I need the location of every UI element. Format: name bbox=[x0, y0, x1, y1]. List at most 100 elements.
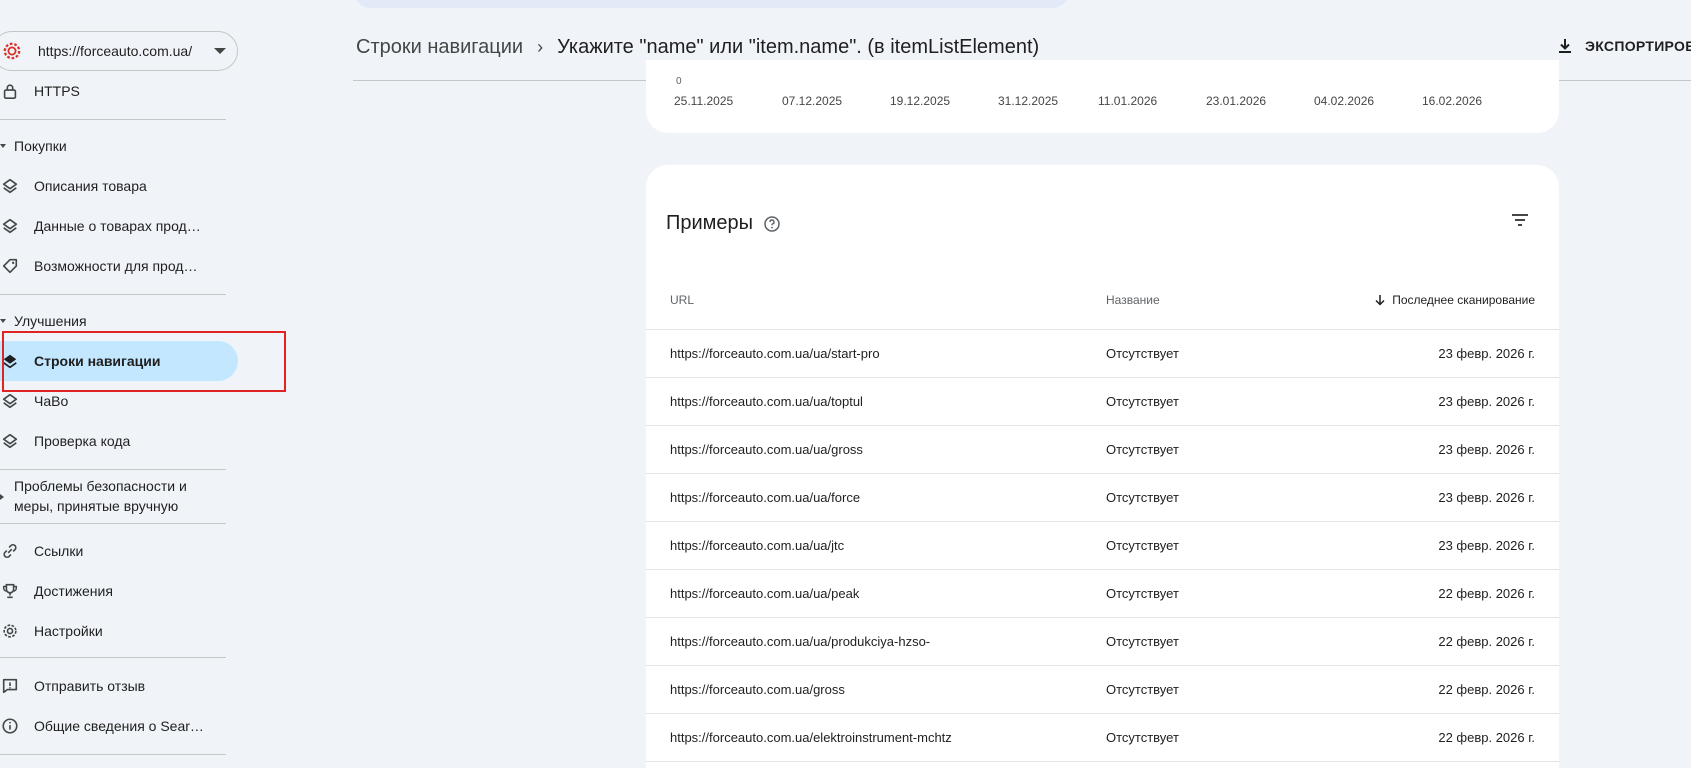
layers-icon bbox=[0, 391, 20, 411]
row-name: Отсутствует bbox=[1106, 682, 1179, 697]
lock-icon bbox=[0, 81, 20, 101]
sidebar-item-label: Проверка кода bbox=[34, 433, 131, 449]
divider bbox=[0, 657, 226, 658]
breadcrumb-parent-link[interactable]: Строки навигации bbox=[356, 36, 523, 59]
x-tick-label: 11.01.2026 bbox=[1098, 94, 1158, 108]
row-date: 23 февр. 2026 г. bbox=[1438, 346, 1535, 361]
row-name: Отсутствует bbox=[1106, 538, 1179, 553]
row-divider bbox=[646, 473, 1559, 474]
sidebar-item-label: ЧаВо bbox=[34, 393, 69, 409]
row-date: 23 февр. 2026 г. bbox=[1438, 442, 1535, 457]
divider bbox=[0, 119, 226, 120]
sidebar-item-label: HTTPS bbox=[34, 83, 80, 99]
row-date: 23 февр. 2026 г. bbox=[1438, 490, 1535, 505]
export-button[interactable]: ЭКСПОРТИРОВ bbox=[1557, 38, 1691, 54]
link-icon bbox=[0, 541, 20, 561]
row-divider bbox=[646, 425, 1559, 426]
chart-card: 0 25.11.2025 07.12.2025 19.12.2025 31.12… bbox=[646, 60, 1559, 133]
row-date: 22 февр. 2026 г. bbox=[1438, 730, 1535, 745]
layers-icon bbox=[0, 431, 20, 451]
page-title: Укажите "name" или "item.name". (в itemL… bbox=[557, 36, 1040, 58]
row-url[interactable]: https://forceauto.com.ua/ua/force bbox=[670, 490, 860, 505]
row-date: 23 февр. 2026 г. bbox=[1438, 538, 1535, 553]
row-date: 22 февр. 2026 г. bbox=[1438, 586, 1535, 601]
row-url[interactable]: https://forceauto.com.ua/ua/toptul bbox=[670, 394, 863, 409]
row-url[interactable]: https://forceauto.com.ua/ua/gross bbox=[670, 442, 863, 457]
breadcrumb: Строки навигации › Укажите "name" или "i… bbox=[356, 36, 1039, 59]
export-label: ЭКСПОРТИРОВ bbox=[1585, 38, 1691, 54]
row-url[interactable]: https://forceauto.com.ua/ua/peak bbox=[670, 586, 859, 601]
site-favicon-icon bbox=[3, 42, 21, 60]
x-tick-label: 23.01.2026 bbox=[1206, 94, 1267, 108]
row-name: Отсутствует bbox=[1106, 586, 1179, 601]
help-icon[interactable] bbox=[763, 215, 781, 233]
section-header-enhancements[interactable]: Улучшения bbox=[0, 313, 87, 329]
x-tick-label: 25.11.2025 bbox=[674, 94, 734, 108]
section-header-label: Покупки bbox=[14, 138, 67, 154]
sidebar-item-label: Настройки bbox=[34, 623, 103, 639]
x-tick-label: 19.12.2025 bbox=[890, 94, 951, 108]
sidebar-item-security-manual-actions[interactable]: Проблемы безопасности и меры, принятые в… bbox=[0, 476, 187, 516]
column-header-url[interactable]: URL bbox=[670, 293, 694, 307]
divider bbox=[0, 754, 226, 755]
row-url[interactable]: https://forceauto.com.ua/ua/produkciya-h… bbox=[670, 634, 930, 649]
section-header-shopping[interactable]: Покупки bbox=[0, 138, 67, 154]
row-divider bbox=[646, 713, 1559, 714]
layers-icon bbox=[0, 176, 20, 196]
examples-header: Примеры bbox=[666, 212, 781, 235]
column-header-label: Последнее сканирование bbox=[1392, 293, 1535, 307]
row-url[interactable]: https://forceauto.com.ua/ua/start-pro bbox=[670, 346, 880, 361]
row-name: Отсутствует bbox=[1106, 346, 1179, 361]
row-divider bbox=[646, 665, 1559, 666]
filter-icon[interactable] bbox=[1510, 210, 1530, 230]
row-divider bbox=[646, 569, 1559, 570]
sidebar-item-label: Отправить отзыв bbox=[34, 678, 146, 694]
y-axis-zero-label: 0 bbox=[676, 76, 682, 87]
caret-down-icon bbox=[0, 319, 6, 323]
column-header-name[interactable]: Название bbox=[1106, 293, 1160, 307]
chevron-down-icon bbox=[214, 48, 226, 54]
row-name: Отсутствует bbox=[1106, 442, 1179, 457]
row-date: 22 февр. 2026 г. bbox=[1438, 634, 1535, 649]
sidebar-item-label: Общие сведения о Sear… bbox=[34, 718, 204, 734]
row-url[interactable]: https://forceauto.com.ua/ua/jtc bbox=[670, 538, 844, 553]
row-divider bbox=[646, 761, 1559, 762]
divider bbox=[0, 523, 226, 524]
search-bar-edge[interactable] bbox=[353, 0, 1070, 8]
row-divider bbox=[646, 617, 1559, 618]
tag-icon bbox=[0, 256, 20, 276]
row-date: 23 февр. 2026 г. bbox=[1438, 394, 1535, 409]
download-icon bbox=[1559, 39, 1571, 53]
x-tick-label: 04.02.2026 bbox=[1314, 94, 1375, 108]
row-url[interactable]: https://forceauto.com.ua/gross bbox=[670, 682, 845, 697]
sidebar-item-label: Ссылки bbox=[34, 543, 84, 559]
sidebar-item-label: Описания товара bbox=[34, 178, 147, 194]
sidebar: https://forceauto.com.ua/ HTTPS Покупки … bbox=[0, 0, 286, 768]
row-divider bbox=[646, 377, 1559, 378]
arrow-down-icon bbox=[1375, 295, 1385, 306]
x-tick-label: 07.12.2025 bbox=[782, 94, 843, 108]
divider bbox=[0, 294, 226, 295]
highlight-annotation bbox=[2, 331, 286, 392]
column-header-last-crawl[interactable]: Последнее сканирование bbox=[1374, 293, 1535, 307]
security-label-line1: Проблемы безопасности и bbox=[14, 478, 187, 494]
sidebar-item-label: Данные о товарах прод… bbox=[34, 218, 201, 234]
x-tick-label: 31.12.2025 bbox=[998, 94, 1059, 108]
row-url[interactable]: https://forceauto.com.ua/elektroinstrume… bbox=[670, 730, 952, 745]
row-divider bbox=[646, 521, 1559, 522]
examples-card: Примеры URL Название Последнее сканирова… bbox=[646, 165, 1559, 768]
property-url: https://forceauto.com.ua/ bbox=[38, 43, 193, 59]
row-name: Отсутствует bbox=[1106, 634, 1179, 649]
feedback-icon bbox=[0, 676, 20, 696]
chevron-right-icon: › bbox=[537, 37, 544, 57]
info-icon bbox=[0, 716, 20, 736]
row-date: 22 февр. 2026 г. bbox=[1438, 682, 1535, 697]
divider bbox=[0, 469, 226, 470]
row-name: Отсутствует bbox=[1106, 394, 1179, 409]
caret-right-icon bbox=[0, 494, 4, 500]
gear-icon bbox=[0, 621, 20, 641]
row-name: Отсутствует bbox=[1106, 730, 1179, 745]
section-header-label: Улучшения bbox=[14, 313, 87, 329]
row-name: Отсутствует bbox=[1106, 490, 1179, 505]
property-selector[interactable]: https://forceauto.com.ua/ bbox=[0, 31, 238, 71]
